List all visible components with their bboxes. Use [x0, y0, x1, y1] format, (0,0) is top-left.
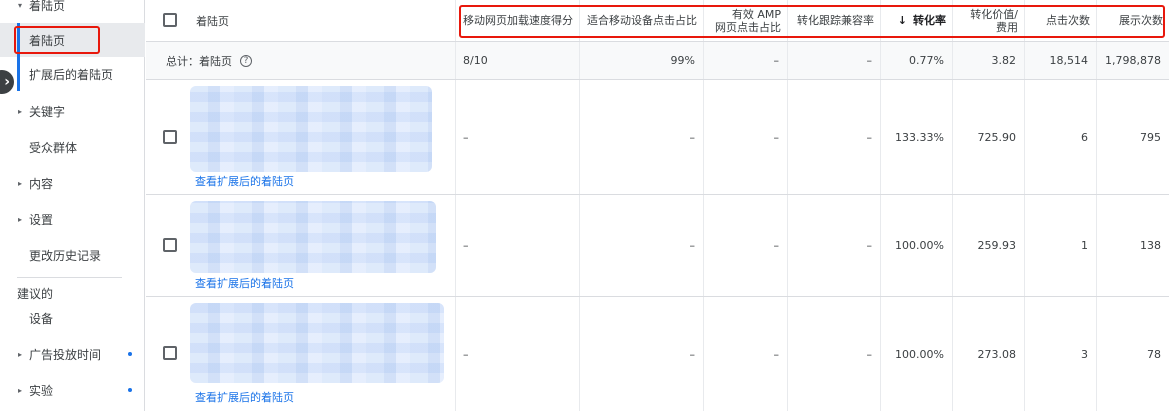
- table-row: 查看扩展后的着陆页 – – – – 100.00% 273.08 3 78: [146, 297, 1169, 411]
- chevron-right-icon: ›: [4, 74, 10, 90]
- total-clicks: 18,514: [1049, 54, 1089, 67]
- total-impressions: 1,798,878: [1105, 54, 1161, 67]
- cell-impressions: 138: [1140, 239, 1161, 252]
- cell-conv-rate: 133.33%: [895, 130, 944, 144]
- cell-speed: –: [463, 130, 469, 144]
- sidebar-item-experiments[interactable]: ▸ 实验: [0, 373, 145, 407]
- header-highlight-box: [459, 5, 1165, 38]
- sidebar-group-label: 着陆页: [29, 0, 66, 13]
- landing-pages-table: 着陆页 移动网页加载速度得分 适合移动设备点击占比 有效 AMP 网页点击占比 …: [146, 0, 1169, 411]
- cell-clicks: 3: [1081, 347, 1088, 361]
- sidebar-item-label: 实验: [29, 383, 54, 398]
- total-row: 总计：着陆页 ? 8/10 99% – – 0.77% 3.82 18,514 …: [146, 42, 1169, 80]
- sidebar: ▾ 着陆页 着陆页 扩展后的着陆页 › ▸ 关键字 受众群体 ▸ 内容 ▸ 设置…: [0, 0, 145, 411]
- cell-amp: –: [773, 347, 780, 361]
- cell-tracking: –: [866, 347, 873, 361]
- cell-clicks: 6: [1081, 130, 1088, 144]
- view-expanded-link[interactable]: 查看扩展后的着陆页: [195, 275, 294, 291]
- sidebar-item-keywords[interactable]: ▸ 关键字: [0, 94, 145, 128]
- sidebar-item-label: 内容: [29, 176, 54, 191]
- total-value-cost: 3.82: [991, 54, 1017, 67]
- sidebar-item-expanded-landing-pages[interactable]: 扩展后的着陆页: [0, 57, 145, 91]
- sidebar-item-label: 设备: [29, 311, 54, 326]
- cell-mobile-click: –: [689, 130, 696, 144]
- view-expanded-link[interactable]: 查看扩展后的着陆页: [195, 389, 294, 405]
- redacted-url: [190, 86, 432, 172]
- notification-dot: [128, 352, 132, 356]
- cell-tracking: –: [866, 239, 873, 252]
- row-checkbox[interactable]: [163, 130, 177, 144]
- cell-mobile-click: –: [689, 347, 696, 361]
- cell-value-cost: 259.93: [977, 239, 1017, 252]
- sidebar-divider: [17, 277, 122, 278]
- view-expanded-link[interactable]: 查看扩展后的着陆页: [195, 173, 294, 189]
- redacted-url: [190, 303, 444, 383]
- sidebar-section-title: 建议的: [17, 287, 54, 301]
- sidebar-item-content[interactable]: ▸ 内容: [0, 166, 145, 200]
- header-landing-page[interactable]: 着陆页: [196, 0, 446, 41]
- row-checkbox[interactable]: [163, 346, 177, 360]
- sidebar-item-label: 设置: [29, 212, 54, 227]
- sidebar-item-label: 受众群体: [29, 140, 78, 155]
- help-icon[interactable]: ?: [240, 54, 252, 67]
- cell-mobile-click: –: [689, 239, 696, 252]
- cell-amp: –: [773, 239, 780, 252]
- sidebar-item-label: 关键字: [29, 104, 66, 119]
- caret-right-icon: ▸: [18, 106, 23, 116]
- sidebar-item-devices[interactable]: 设备: [0, 301, 145, 335]
- caret-right-icon: ▸: [18, 178, 23, 188]
- caret-right-icon: ▸: [18, 349, 23, 359]
- cell-impressions: 795: [1140, 130, 1161, 144]
- table-header: 着陆页 移动网页加载速度得分 适合移动设备点击占比 有效 AMP 网页点击占比 …: [146, 0, 1169, 42]
- redacted-url: [190, 201, 436, 273]
- sidebar-item-label: 广告投放时间: [29, 347, 102, 362]
- total-amp: –: [773, 54, 780, 67]
- total-label-cell: 总计：着陆页 ?: [166, 42, 446, 79]
- cell-value-cost: 725.90: [977, 130, 1017, 144]
- sidebar-item-audiences[interactable]: 受众群体: [0, 130, 145, 164]
- cell-speed: –: [463, 347, 469, 361]
- cell-conv-rate: 100.00%: [895, 239, 944, 252]
- caret-right-icon: ▸: [18, 214, 23, 224]
- select-all-checkbox[interactable]: [163, 13, 177, 27]
- sidebar-item-ad-schedule[interactable]: ▸ 广告投放时间: [0, 337, 145, 371]
- total-conv-rate: 0.77%: [909, 54, 944, 67]
- sidebar-item-settings[interactable]: ▸ 设置: [0, 202, 145, 236]
- notification-dot: [128, 388, 132, 392]
- cell-conv-rate: 100.00%: [895, 347, 944, 361]
- cell-tracking: –: [866, 130, 873, 144]
- table-row: 查看扩展后的着陆页 – – – – 100.00% 259.93 1 138: [146, 195, 1169, 297]
- sidebar-item-label: 扩展后的着陆页: [29, 67, 114, 82]
- total-tracking: –: [866, 54, 873, 67]
- sidebar-item-label: 更改历史记录: [29, 248, 102, 263]
- caret-down-icon: ▾: [18, 0, 23, 10]
- sidebar-item-landing-pages-group[interactable]: ▾ 着陆页: [0, 0, 145, 22]
- cell-amp: –: [773, 130, 780, 144]
- cell-clicks: 1: [1081, 239, 1088, 252]
- total-label: 总计：着陆页: [166, 54, 232, 68]
- cell-speed: –: [463, 239, 469, 252]
- cell-value-cost: 273.08: [977, 347, 1017, 361]
- row-checkbox[interactable]: [163, 238, 177, 252]
- total-mobile-click: 99%: [670, 54, 695, 67]
- cell-impressions: 78: [1147, 347, 1161, 361]
- total-speed: 8/10: [463, 54, 488, 67]
- sidebar-item-change-history[interactable]: 更改历史记录: [0, 238, 145, 272]
- caret-right-icon: ▸: [18, 385, 23, 395]
- highlight-box: [14, 26, 100, 54]
- table-row: 查看扩展后的着陆页 – – – – 133.33% 725.90 6 795: [146, 80, 1169, 195]
